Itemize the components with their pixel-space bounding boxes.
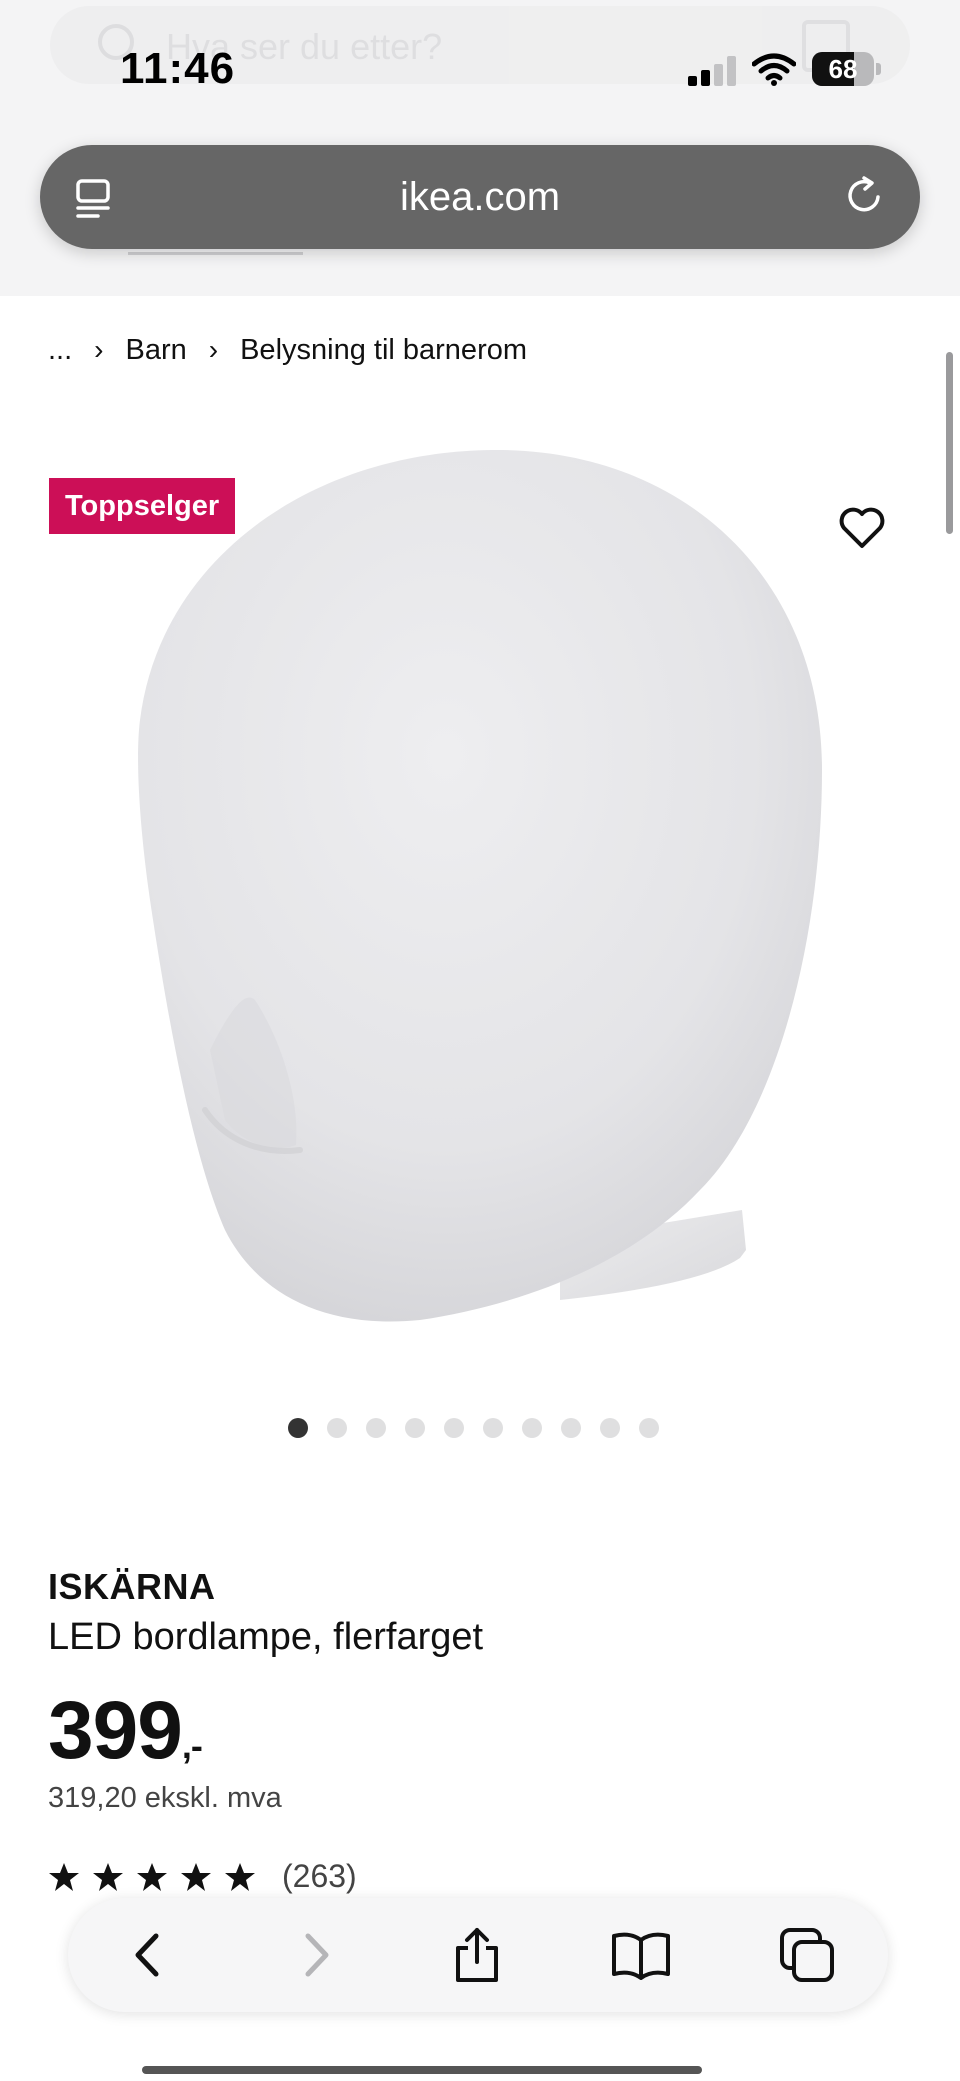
topseller-badge: Toppselger [49, 478, 236, 534]
product-rating[interactable]: (263) [48, 1858, 357, 1895]
star-icon [137, 1862, 167, 1891]
product-image[interactable] [0, 420, 960, 1400]
breadcrumb-item-barn[interactable]: Barn [126, 334, 187, 367]
carousel-dot[interactable] [483, 1418, 503, 1438]
carousel-dot[interactable] [444, 1418, 464, 1438]
breadcrumb-ellipsis[interactable]: ... [48, 334, 72, 367]
product-name: ISKÄRNA [48, 1566, 216, 1607]
star-icon [49, 1862, 79, 1891]
carousel-dot[interactable] [405, 1418, 425, 1438]
chevron-right-icon: › [94, 334, 104, 365]
cellular-signal-icon [688, 56, 736, 86]
heart-icon[interactable] [836, 502, 888, 554]
image-carousel-indicator[interactable] [288, 1418, 659, 1438]
price-excl-vat: 319,20 ekskl. mva [48, 1782, 282, 1814]
back-arrow-icon[interactable] [118, 1924, 180, 1986]
book-icon[interactable] [610, 1924, 672, 1986]
battery-cap [876, 63, 881, 75]
chevron-right-icon: › [208, 334, 219, 365]
browser-toolbar [68, 1898, 888, 2012]
carousel-dot[interactable] [522, 1418, 542, 1438]
browser-top-chrome: Hva ser du etter? 11:46 68 ikea.com [0, 0, 960, 296]
address-bar[interactable]: ikea.com [40, 145, 920, 249]
url-text[interactable]: ikea.com [40, 175, 920, 220]
tabs-stack-icon[interactable] [776, 1924, 838, 1986]
breadcrumb: ... › Barn › Belysning til barnerom [48, 330, 527, 370]
star-icon [225, 1862, 255, 1891]
share-icon[interactable] [446, 1924, 508, 1986]
rating-count[interactable]: (263) [282, 1858, 357, 1895]
price-integer: 399 [48, 1685, 183, 1776]
status-time: 11:46 [120, 44, 236, 93]
breadcrumb-item-belysning[interactable]: Belysning til barnerom [240, 334, 527, 367]
product-description: LED bordlampe, flerfarget [48, 1616, 484, 1658]
carousel-dot[interactable] [600, 1418, 620, 1438]
battery-icon: 68 [812, 52, 874, 86]
wifi-icon [752, 53, 796, 86]
forward-arrow-icon[interactable] [284, 1924, 346, 1986]
carousel-dot[interactable] [639, 1418, 659, 1438]
reload-icon[interactable] [842, 173, 888, 219]
home-indicator[interactable] [142, 2066, 702, 2074]
carousel-dot[interactable] [561, 1418, 581, 1438]
carousel-dot[interactable] [327, 1418, 347, 1438]
star-icon [93, 1862, 123, 1891]
product-price: 399,- [48, 1684, 203, 1778]
star-icon [181, 1862, 211, 1891]
carousel-dot[interactable] [366, 1418, 386, 1438]
carousel-dot[interactable] [288, 1418, 308, 1438]
price-suffix: ,- [181, 1725, 203, 1766]
battery-level: 68 [828, 54, 858, 84]
